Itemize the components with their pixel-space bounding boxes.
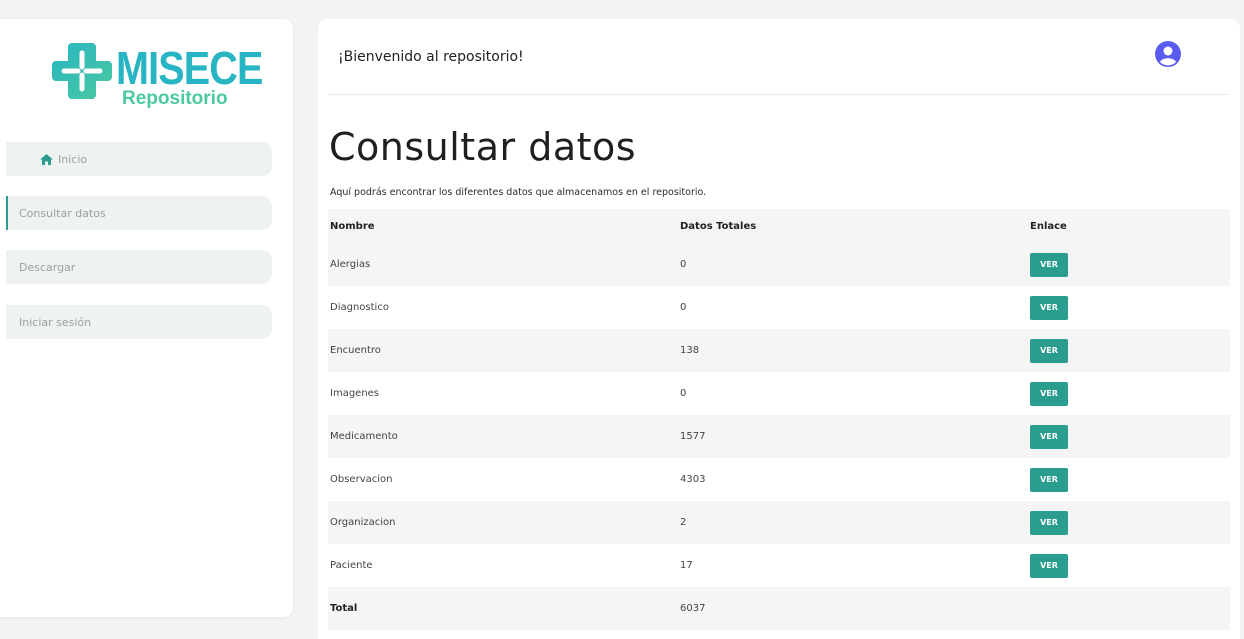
data-table: Nombre Datos Totales Enlace Alergias 0 V… [328, 209, 1230, 630]
row-name: Imagenes [330, 388, 380, 399]
ver-button[interactable]: VER [1030, 510, 1068, 535]
row-total: 4303 [680, 474, 706, 485]
header-divider [328, 94, 1230, 95]
ver-button[interactable]: VER [1030, 381, 1068, 406]
sidebar-item-label: Descargar [19, 260, 76, 274]
row-total: 0 [680, 388, 687, 399]
row-link-cell: VER [1028, 372, 1230, 415]
column-header-datos-totales: Datos Totales [680, 220, 757, 232]
sidebar-item-inicio[interactable]: Inicio [6, 142, 272, 176]
row-total: 17 [680, 560, 693, 571]
sidebar-item-label: Inicio [58, 152, 88, 166]
total-value: 6037 [680, 603, 706, 614]
row-name: Medicamento [330, 431, 398, 442]
row-name: Diagnostico [330, 302, 389, 313]
ver-button[interactable]: VER [1030, 467, 1068, 492]
total-empty-cell [1028, 587, 1230, 630]
row-total: 0 [680, 259, 687, 270]
row-total: 138 [680, 345, 700, 356]
row-link-cell: VER [1028, 329, 1230, 372]
table-row: Paciente 17 VER [328, 544, 1230, 587]
page-description: Aquí podrás encontrar los diferentes dat… [330, 187, 707, 198]
sidebar-item-label: Iniciar sesión [19, 315, 92, 329]
ver-button[interactable]: VER [1030, 252, 1068, 277]
ver-button[interactable]: VER [1030, 424, 1068, 449]
table-row: Medicamento 1577 VER [328, 415, 1230, 458]
sidebar-item-consultar-datos[interactable]: Consultar datos [6, 196, 272, 230]
row-link-cell: VER [1028, 544, 1230, 587]
page-title: Consultar datos [329, 125, 637, 169]
table-row: Imagenes 0 VER [328, 372, 1230, 415]
table-header-row: Nombre Datos Totales Enlace [328, 209, 1230, 243]
row-total: 1577 [680, 431, 706, 442]
table-row: Alergias 0 VER [328, 243, 1230, 286]
medical-cross-logo-icon [52, 43, 112, 99]
row-name: Paciente [330, 560, 373, 571]
row-name: Alergias [330, 259, 371, 270]
sidebar-item-iniciar-sesion[interactable]: Iniciar sesión [6, 305, 272, 339]
column-header-nombre: Nombre [330, 220, 375, 232]
row-name: Observacion [330, 474, 393, 485]
user-circle-icon[interactable] [1155, 41, 1181, 67]
sidebar-item-descargar[interactable]: Descargar [6, 250, 272, 284]
ver-button[interactable]: VER [1030, 553, 1068, 578]
brand-subtitle: Repositorio [122, 88, 228, 109]
row-name: Organizacion [330, 517, 396, 528]
column-header-enlace: Enlace [1030, 220, 1067, 232]
table-row: Diagnostico 0 VER [328, 286, 1230, 329]
table-row: Encuentro 138 VER [328, 329, 1230, 372]
row-link-cell: VER [1028, 458, 1230, 501]
brand-name: MISECE [116, 42, 263, 94]
total-label: Total [330, 603, 358, 614]
row-total: 0 [680, 302, 687, 313]
row-link-cell: VER [1028, 286, 1230, 329]
sidebar-item-label: Consultar datos [19, 206, 106, 220]
logo: MISECE Repositorio [50, 39, 263, 129]
welcome-message: ¡Bienvenido al repositorio! [338, 49, 524, 65]
table-row: Organizacion 2 VER [328, 501, 1230, 544]
row-link-cell: VER [1028, 243, 1230, 286]
ver-button[interactable]: VER [1030, 295, 1068, 320]
row-link-cell: VER [1028, 415, 1230, 458]
table-total-row: Total 6037 [328, 587, 1230, 630]
row-link-cell: VER [1028, 501, 1230, 544]
ver-button[interactable]: VER [1030, 338, 1068, 363]
main-content: ¡Bienvenido al repositorio! Consultar da… [318, 19, 1240, 639]
table-row: Observacion 4303 VER [328, 458, 1230, 501]
row-total: 2 [680, 517, 687, 528]
sidebar: MISECE Repositorio Inicio Consultar dato… [0, 19, 293, 617]
home-icon [40, 153, 53, 165]
row-name: Encuentro [330, 345, 381, 356]
